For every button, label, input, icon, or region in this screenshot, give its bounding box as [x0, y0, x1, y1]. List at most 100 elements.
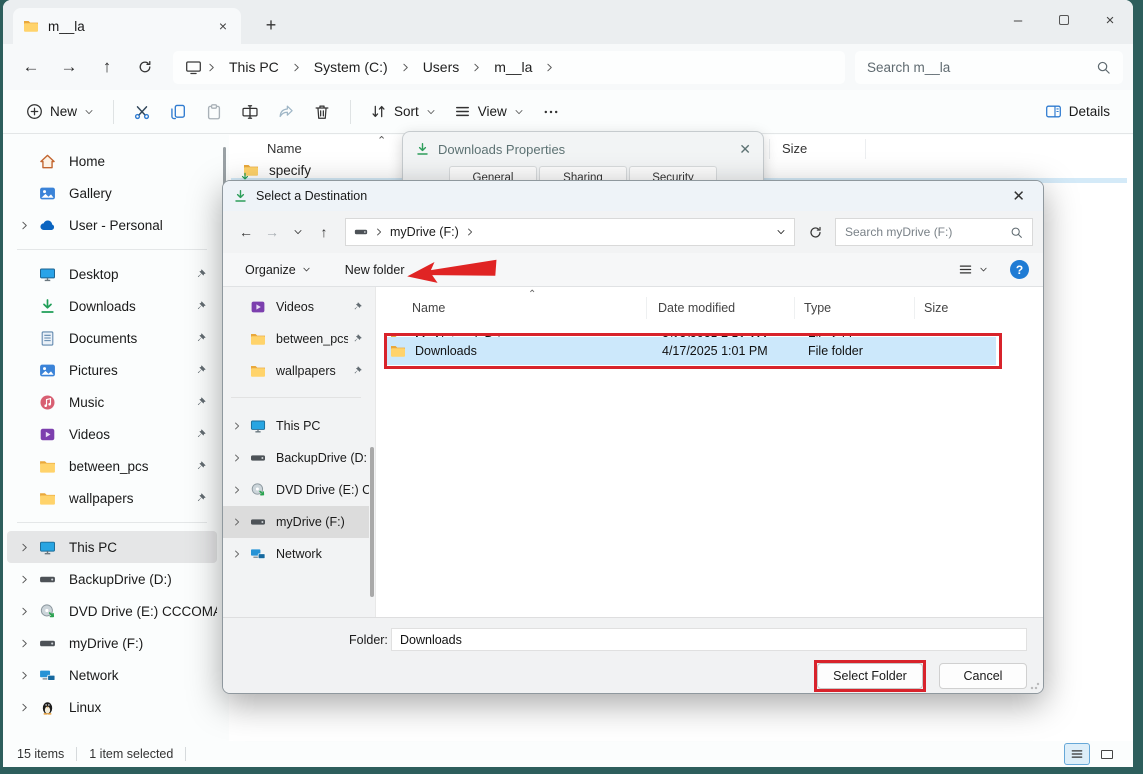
search-input[interactable]	[867, 60, 1096, 75]
cancel-button[interactable]: Cancel	[939, 663, 1027, 689]
sidebar-item-user-personal[interactable]: User - Personal	[7, 209, 217, 241]
column-separator[interactable]	[646, 297, 647, 319]
view-button[interactable]: View	[445, 97, 533, 126]
column-header-size[interactable]: Size	[924, 301, 948, 315]
dialog-sidebar-backupdrive[interactable]: BackupDrive (D:	[223, 442, 369, 474]
close-icon[interactable]: ✕	[739, 141, 751, 158]
rename-button[interactable]	[232, 95, 268, 129]
sidebar-item-network[interactable]: Network	[7, 659, 217, 691]
views-button[interactable]	[950, 258, 996, 281]
breadcrumb-mydrive[interactable]: myDrive (F:)	[390, 225, 459, 239]
chevron-right-icon[interactable]	[13, 702, 35, 713]
close-button[interactable]: ×	[1087, 0, 1133, 40]
chevron-right-icon[interactable]	[13, 670, 35, 681]
sidebar-item-backupdrive[interactable]: BackupDrive (D:)	[7, 563, 217, 595]
help-button[interactable]: ?	[1010, 260, 1029, 279]
forward-button[interactable]: →	[51, 50, 87, 84]
partial-file-row[interactable]: specify	[243, 161, 311, 179]
sidebar-item-home[interactable]: Home	[7, 145, 217, 177]
dialog-sidebar-wallpapers[interactable]: wallpapers	[223, 355, 369, 387]
large-icons-view-toggle[interactable]	[1095, 744, 1119, 764]
cut-button[interactable]	[124, 95, 160, 129]
sidebar-item-linux[interactable]: Linux	[7, 691, 217, 723]
sidebar-item-videos[interactable]: Videos	[7, 418, 217, 450]
column-header-date-modified[interactable]: Date modified	[658, 301, 735, 315]
new-folder-button[interactable]: New folder	[337, 259, 413, 281]
sidebar-item-between-pcs[interactable]: between_pcs	[7, 450, 217, 482]
chevron-right-icon[interactable]	[227, 549, 247, 559]
search-box[interactable]	[855, 51, 1123, 84]
select-folder-button[interactable]: Select Folder	[817, 663, 923, 689]
dialog-breadcrumb[interactable]: myDrive (F:)	[345, 218, 795, 246]
dialog-search-input[interactable]	[845, 225, 1010, 239]
scrollbar-thumb[interactable]	[370, 447, 374, 597]
dialog-search-box[interactable]	[835, 218, 1033, 246]
breadcrumb-this-pc[interactable]: This PC	[221, 57, 287, 77]
share-button[interactable]	[268, 95, 304, 129]
folder-name-input[interactable]	[391, 628, 1027, 651]
dialog-sidebar-this-pc[interactable]: This PC	[223, 410, 369, 442]
delete-button[interactable]	[304, 95, 340, 129]
chevron-right-icon[interactable]	[227, 453, 247, 463]
dialog-forward-button[interactable]: →	[259, 219, 285, 245]
breadcrumb[interactable]: This PC System (C:) Users m__la	[173, 51, 845, 84]
column-header-name[interactable]: Name	[267, 141, 302, 156]
paste-button[interactable]	[196, 95, 232, 129]
sidebar-item-dvd-drive[interactable]: DVD Drive (E:) CCCOMA_X64F	[7, 595, 217, 627]
column-header-type[interactable]: Type	[804, 301, 831, 315]
sidebar-item-downloads[interactable]: Downloads	[7, 290, 217, 322]
tab-close-icon[interactable]: ×	[215, 18, 231, 34]
chevron-right-icon[interactable]	[13, 220, 35, 231]
breadcrumb-users[interactable]: Users	[415, 57, 468, 77]
details-view-toggle[interactable]	[1065, 744, 1089, 764]
column-separator[interactable]	[794, 297, 795, 319]
new-button[interactable]: New	[17, 97, 103, 126]
new-tab-button[interactable]: +	[257, 12, 285, 38]
dialog-sidebar-mydrive[interactable]: myDrive (F:)	[223, 506, 369, 538]
column-header-size[interactable]: Size	[782, 141, 807, 156]
chevron-down-icon[interactable]	[776, 227, 786, 237]
explorer-tab[interactable]: m__la ×	[13, 8, 241, 44]
sidebar-item-documents[interactable]: Documents	[7, 322, 217, 354]
sidebar-item-desktop[interactable]: Desktop	[7, 258, 217, 290]
chevron-right-icon[interactable]	[227, 421, 247, 431]
maximize-button[interactable]	[1041, 0, 1087, 40]
sidebar-item-wallpapers[interactable]: wallpapers	[7, 482, 217, 514]
sidebar-item-this-pc[interactable]: This PC	[7, 531, 217, 563]
column-separator[interactable]	[914, 297, 915, 319]
dialog-sidebar-network[interactable]: Network	[223, 538, 369, 570]
dialog-sidebar-videos[interactable]: Videos	[223, 291, 369, 323]
refresh-button[interactable]	[127, 50, 163, 84]
details-pane-button[interactable]: Details	[1036, 97, 1119, 126]
dialog-back-button[interactable]: ←	[233, 219, 259, 245]
organize-button[interactable]: Organize	[237, 259, 319, 281]
sort-button[interactable]: Sort	[361, 97, 445, 126]
file-row-downloads-selected[interactable]: Downloads 4/17/2025 1:01 PM File folder	[384, 337, 996, 365]
more-options-button[interactable]	[533, 95, 569, 129]
breadcrumb-m-la[interactable]: m__la	[486, 57, 540, 77]
chevron-right-icon[interactable]	[13, 574, 35, 585]
column-header-name[interactable]: Name	[412, 301, 445, 315]
dialog-sidebar-dvd-drive[interactable]: DVD Drive (E:) C	[223, 474, 369, 506]
dialog-sidebar-between-pcs[interactable]: between_pcs	[223, 323, 369, 355]
dialog-refresh-button[interactable]	[801, 218, 829, 246]
sidebar-item-mydrive[interactable]: myDrive (F:)	[7, 627, 217, 659]
resize-grip[interactable]	[1030, 680, 1040, 690]
back-button[interactable]: ←	[13, 50, 49, 84]
dialog-up-button[interactable]: ↑	[311, 219, 337, 245]
column-separator[interactable]	[865, 139, 866, 159]
dialog-close-icon[interactable]: ✕	[1004, 187, 1033, 205]
recent-locations-button[interactable]	[285, 219, 311, 245]
column-separator[interactable]	[769, 139, 770, 159]
chevron-right-icon[interactable]	[13, 638, 35, 649]
sidebar-item-pictures[interactable]: Pictures	[7, 354, 217, 386]
sidebar-item-gallery[interactable]: Gallery	[7, 177, 217, 209]
chevron-right-icon[interactable]	[227, 517, 247, 527]
copy-button[interactable]	[160, 95, 196, 129]
chevron-right-icon[interactable]	[13, 542, 35, 553]
chevron-right-icon[interactable]	[13, 606, 35, 617]
chevron-right-icon[interactable]	[227, 485, 247, 495]
breadcrumb-system-c[interactable]: System (C:)	[306, 57, 396, 77]
up-button[interactable]: ↑	[89, 50, 125, 84]
sidebar-item-music[interactable]: Music	[7, 386, 217, 418]
